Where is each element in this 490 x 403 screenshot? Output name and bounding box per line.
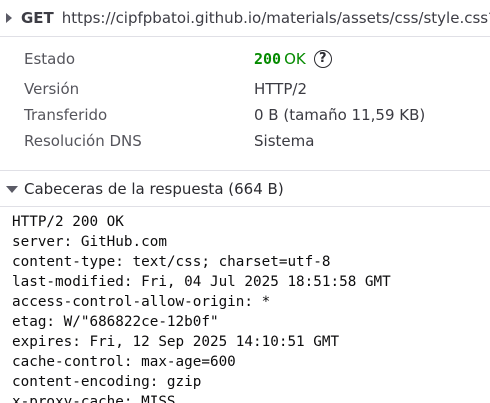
divider <box>0 206 490 207</box>
expand-arrow-icon[interactable] <box>6 185 18 193</box>
request-summary: Estado 200 OK ? Versión HTTP/2 Transferi… <box>0 46 490 154</box>
header-line: last-modified: Fri, 04 Jul 2025 18:51:58… <box>12 274 391 290</box>
header-line: content-type: text/css; charset=utf-8 <box>12 254 331 270</box>
dns-label: Resolución DNS <box>24 132 142 150</box>
header-line: etag: W/"686822ce-12b0f" <box>12 314 219 330</box>
divider <box>0 170 490 171</box>
response-headers-toggle[interactable]: Cabeceras de la respuesta (664 B) <box>0 173 490 205</box>
status-value: 200 OK ? <box>254 46 332 72</box>
status-label: Estado <box>24 50 76 68</box>
status-text: OK <box>284 50 306 68</box>
summary-row-status: Estado 200 OK ? <box>0 46 490 72</box>
header-line: access-control-allow-origin: * <box>12 294 271 310</box>
header-line: content-encoding: gzip <box>12 374 202 390</box>
request-method: GET <box>21 9 54 27</box>
header-line: HTTP/2 200 OK <box>12 214 124 230</box>
version-value: HTTP/2 <box>254 80 307 98</box>
divider <box>0 36 490 37</box>
version-label: Versión <box>24 80 80 98</box>
raw-response-headers: HTTP/2 200 OK server: GitHub.com content… <box>12 212 488 403</box>
summary-row-transferred: Transferido 0 B (tamaño 11,59 KB) <box>0 102 490 128</box>
status-code: 200 <box>254 50 282 68</box>
header-line: x-proxy-cache: MISS <box>12 394 176 403</box>
collapse-arrow-icon[interactable] <box>6 13 12 23</box>
help-icon[interactable]: ? <box>313 50 332 68</box>
response-headers-title: Cabeceras de la respuesta (664 B) <box>24 180 284 198</box>
header-line: expires: Fri, 12 Sep 2025 14:10:51 GMT <box>12 334 340 350</box>
header-line: cache-control: max-age=600 <box>12 354 236 370</box>
dns-value: Sistema <box>254 132 315 150</box>
transferred-label: Transferido <box>24 106 108 124</box>
summary-row-dns: Resolución DNS Sistema <box>0 128 490 154</box>
transferred-value: 0 B (tamaño 11,59 KB) <box>254 106 426 124</box>
header-line: server: GitHub.com <box>12 234 167 250</box>
request-line[interactable]: GET https://cipfpbatoi.github.io/materia… <box>0 0 490 36</box>
summary-row-version: Versión HTTP/2 <box>0 76 490 102</box>
request-url[interactable]: https://cipfpbatoi.github.io/materials/a… <box>62 9 490 27</box>
